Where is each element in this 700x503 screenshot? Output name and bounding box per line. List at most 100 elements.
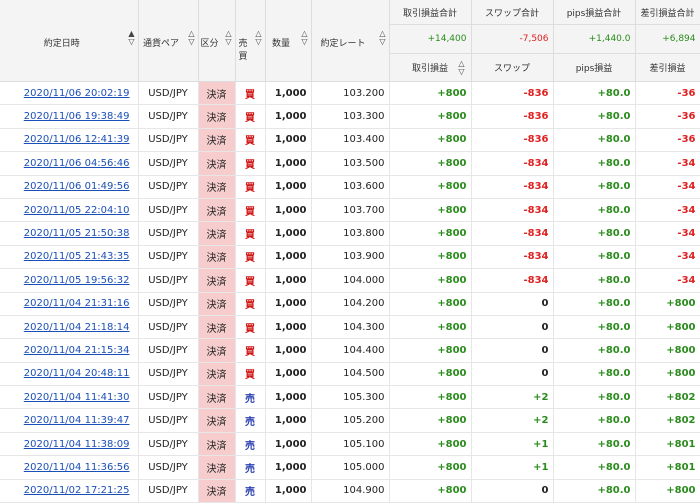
trade-date-link[interactable]: 2020/11/04 11:38:09 (24, 439, 130, 450)
trade-date-link[interactable]: 2020/11/06 20:02:19 (24, 88, 130, 99)
trade-date-link-cell[interactable]: 2020/11/05 21:43:35 (0, 245, 139, 270)
execution-rate-cell: 105.200 (311, 408, 390, 433)
trade-quantity-cell: 1,000 (265, 175, 312, 199)
trade-quantity-cell: 1,000 (265, 385, 312, 410)
header-kbn[interactable]: 区分 △ ▽ (198, 0, 236, 82)
trade-date-link[interactable]: 2020/11/04 11:41:30 (24, 392, 130, 403)
currency-pair-cell: USD/JPY (138, 104, 199, 129)
trade-date-link-cell[interactable]: 2020/11/06 20:02:19 (0, 81, 139, 106)
trade-date-link-cell[interactable]: 2020/11/04 21:18:14 (0, 315, 139, 340)
trade-date-link[interactable]: 2020/11/04 21:31:16 (24, 298, 130, 309)
trade-date-link[interactable]: 2020/11/05 19:56:32 (24, 275, 130, 286)
trade-date-link[interactable]: 2020/11/04 20:48:11 (24, 368, 130, 379)
total-net-value: +6,894 (635, 24, 700, 54)
trade-pl-cell: +800 (389, 385, 472, 410)
trade-date-link-cell[interactable]: 2020/11/04 21:15:34 (0, 338, 139, 363)
trade-quantity-cell: 1,000 (265, 81, 312, 106)
header-pair-label: 通貨ペア (142, 39, 179, 49)
currency-pair-cell: USD/JPY (138, 292, 199, 316)
trade-date-link-cell[interactable]: 2020/11/04 11:38:09 (0, 432, 139, 457)
header-net-total: 差引損益合計 (635, 0, 700, 25)
pips-pl-cell: +80.0 (553, 408, 636, 433)
trade-date-link-cell[interactable]: 2020/11/06 01:49:56 (0, 175, 139, 199)
header-net[interactable]: 差引損益 (635, 53, 700, 82)
trade-date-link-cell[interactable]: 2020/11/04 11:36:56 (0, 455, 139, 480)
trade-date-link-cell[interactable]: 2020/11/02 17:21:25 (0, 479, 139, 503)
trade-date-link[interactable]: 2020/11/05 21:50:38 (24, 228, 130, 239)
trade-side-cell: 買 (235, 198, 266, 223)
header-side[interactable]: 売買 △ ▽ (235, 0, 266, 82)
trade-pl-cell: +800 (389, 408, 472, 433)
trade-quantity-cell: 1,000 (265, 362, 312, 387)
header-swap[interactable]: スワップ (471, 53, 554, 82)
trade-date-link-cell[interactable]: 2020/11/05 21:50:38 (0, 221, 139, 246)
header-pips[interactable]: pips損益 (553, 53, 636, 82)
header-date[interactable]: 約定日時 ▲ ▽ (0, 0, 139, 82)
trade-date-link[interactable]: 2020/11/06 12:41:39 (24, 134, 130, 145)
trade-side-cell: 売 (235, 432, 266, 457)
trade-date-link[interactable]: 2020/11/06 19:38:49 (24, 111, 130, 122)
trade-date-link-cell[interactable]: 2020/11/04 11:41:30 (0, 385, 139, 410)
header-pair[interactable]: 通貨ペア △ ▽ (138, 0, 199, 82)
trade-kind-cell: 決済 (198, 432, 236, 457)
trade-date-link-cell[interactable]: 2020/11/04 11:39:47 (0, 408, 139, 433)
sort-updown-icon[interactable]: △ ▽ (301, 30, 307, 46)
pips-pl-cell: +80.0 (553, 479, 636, 503)
header-qty-label: 数量 (271, 39, 290, 49)
header-pl-label: 取引損益 (411, 64, 448, 74)
trade-date-link[interactable]: 2020/11/05 21:43:35 (24, 251, 130, 262)
trade-quantity-cell: 1,000 (265, 221, 312, 246)
sort-updown-icon[interactable]: △ ▽ (379, 30, 385, 46)
header-qty[interactable]: 数量 △ ▽ (265, 0, 312, 82)
sort-updown-icon[interactable]: △ ▽ (458, 60, 464, 76)
net-pl-cell: +802 (635, 385, 700, 410)
currency-pair-cell: USD/JPY (138, 221, 199, 246)
sort-updown-icon[interactable]: △ ▽ (188, 30, 194, 46)
sort-updown-icon[interactable]: ▲ ▽ (128, 30, 134, 46)
trade-date-link[interactable]: 2020/11/04 21:18:14 (24, 322, 130, 333)
sort-updown-icon[interactable]: △ ▽ (255, 30, 261, 46)
header-pl[interactable]: 取引損益 △ ▽ (389, 53, 472, 82)
swap-value-cell: +1 (471, 455, 554, 480)
trade-date-link[interactable]: 2020/11/06 04:56:46 (24, 158, 130, 169)
net-pl-cell: +800 (635, 362, 700, 387)
header-swap-total: スワップ合計 (471, 0, 554, 25)
trade-pl-cell: +800 (389, 104, 472, 129)
trade-side-cell: 売 (235, 385, 266, 410)
table-row: 2020/11/06 01:49:56 USD/JPY 決済買 1,000 103.60… (0, 175, 700, 199)
trade-date-link-cell[interactable]: 2020/11/04 20:48:11 (0, 362, 139, 387)
trade-pl-cell: +800 (389, 455, 472, 480)
trade-date-link-cell[interactable]: 2020/11/06 19:38:49 (0, 104, 139, 129)
net-pl-cell: -34 (635, 245, 700, 270)
trade-kind-cell: 決済 (198, 268, 236, 293)
trade-date-link-cell[interactable]: 2020/11/06 04:56:46 (0, 151, 139, 176)
pips-pl-cell: +80.0 (553, 268, 636, 293)
table-row: 2020/11/04 21:31:16 USD/JPY 決済買 1,000 104.20… (0, 292, 700, 316)
execution-rate-cell: 104.500 (311, 362, 390, 387)
header-rate-label: 約定レート (320, 39, 366, 49)
trade-date-link[interactable]: 2020/11/05 22:04:10 (24, 205, 130, 216)
trade-date-link-cell[interactable]: 2020/11/04 21:31:16 (0, 292, 139, 316)
trade-date-link-cell[interactable]: 2020/11/05 22:04:10 (0, 198, 139, 223)
header-side-label: 売買 (238, 39, 248, 62)
swap-value-cell: -834 (471, 245, 554, 270)
trade-kind-cell: 決済 (198, 198, 236, 223)
header-pips-total: pips損益合計 (553, 0, 636, 25)
swap-value-cell: -834 (471, 198, 554, 223)
swap-value-cell: +1 (471, 432, 554, 457)
trade-date-link[interactable]: 2020/11/04 21:15:34 (24, 345, 130, 356)
trade-side-cell: 買 (235, 128, 266, 153)
header-rate[interactable]: 約定レート △ ▽ (311, 0, 390, 82)
trade-date-link[interactable]: 2020/11/02 17:21:25 (24, 485, 130, 496)
total-pl-value: +14,400 (389, 24, 472, 54)
trade-date-link-cell[interactable]: 2020/11/06 12:41:39 (0, 128, 139, 153)
table-row: 2020/11/06 20:02:19 USD/JPY 決済買 1,000 103.20… (0, 81, 700, 106)
trade-date-link[interactable]: 2020/11/06 01:49:56 (24, 181, 130, 192)
trade-date-link[interactable]: 2020/11/04 11:39:47 (24, 415, 130, 426)
pips-pl-cell: +80.0 (553, 245, 636, 270)
trade-date-link-cell[interactable]: 2020/11/05 19:56:32 (0, 268, 139, 293)
swap-value-cell: +2 (471, 385, 554, 410)
sort-updown-icon[interactable]: △ ▽ (225, 30, 231, 46)
execution-rate-cell: 103.500 (311, 151, 390, 176)
trade-date-link[interactable]: 2020/11/04 11:36:56 (24, 462, 130, 473)
